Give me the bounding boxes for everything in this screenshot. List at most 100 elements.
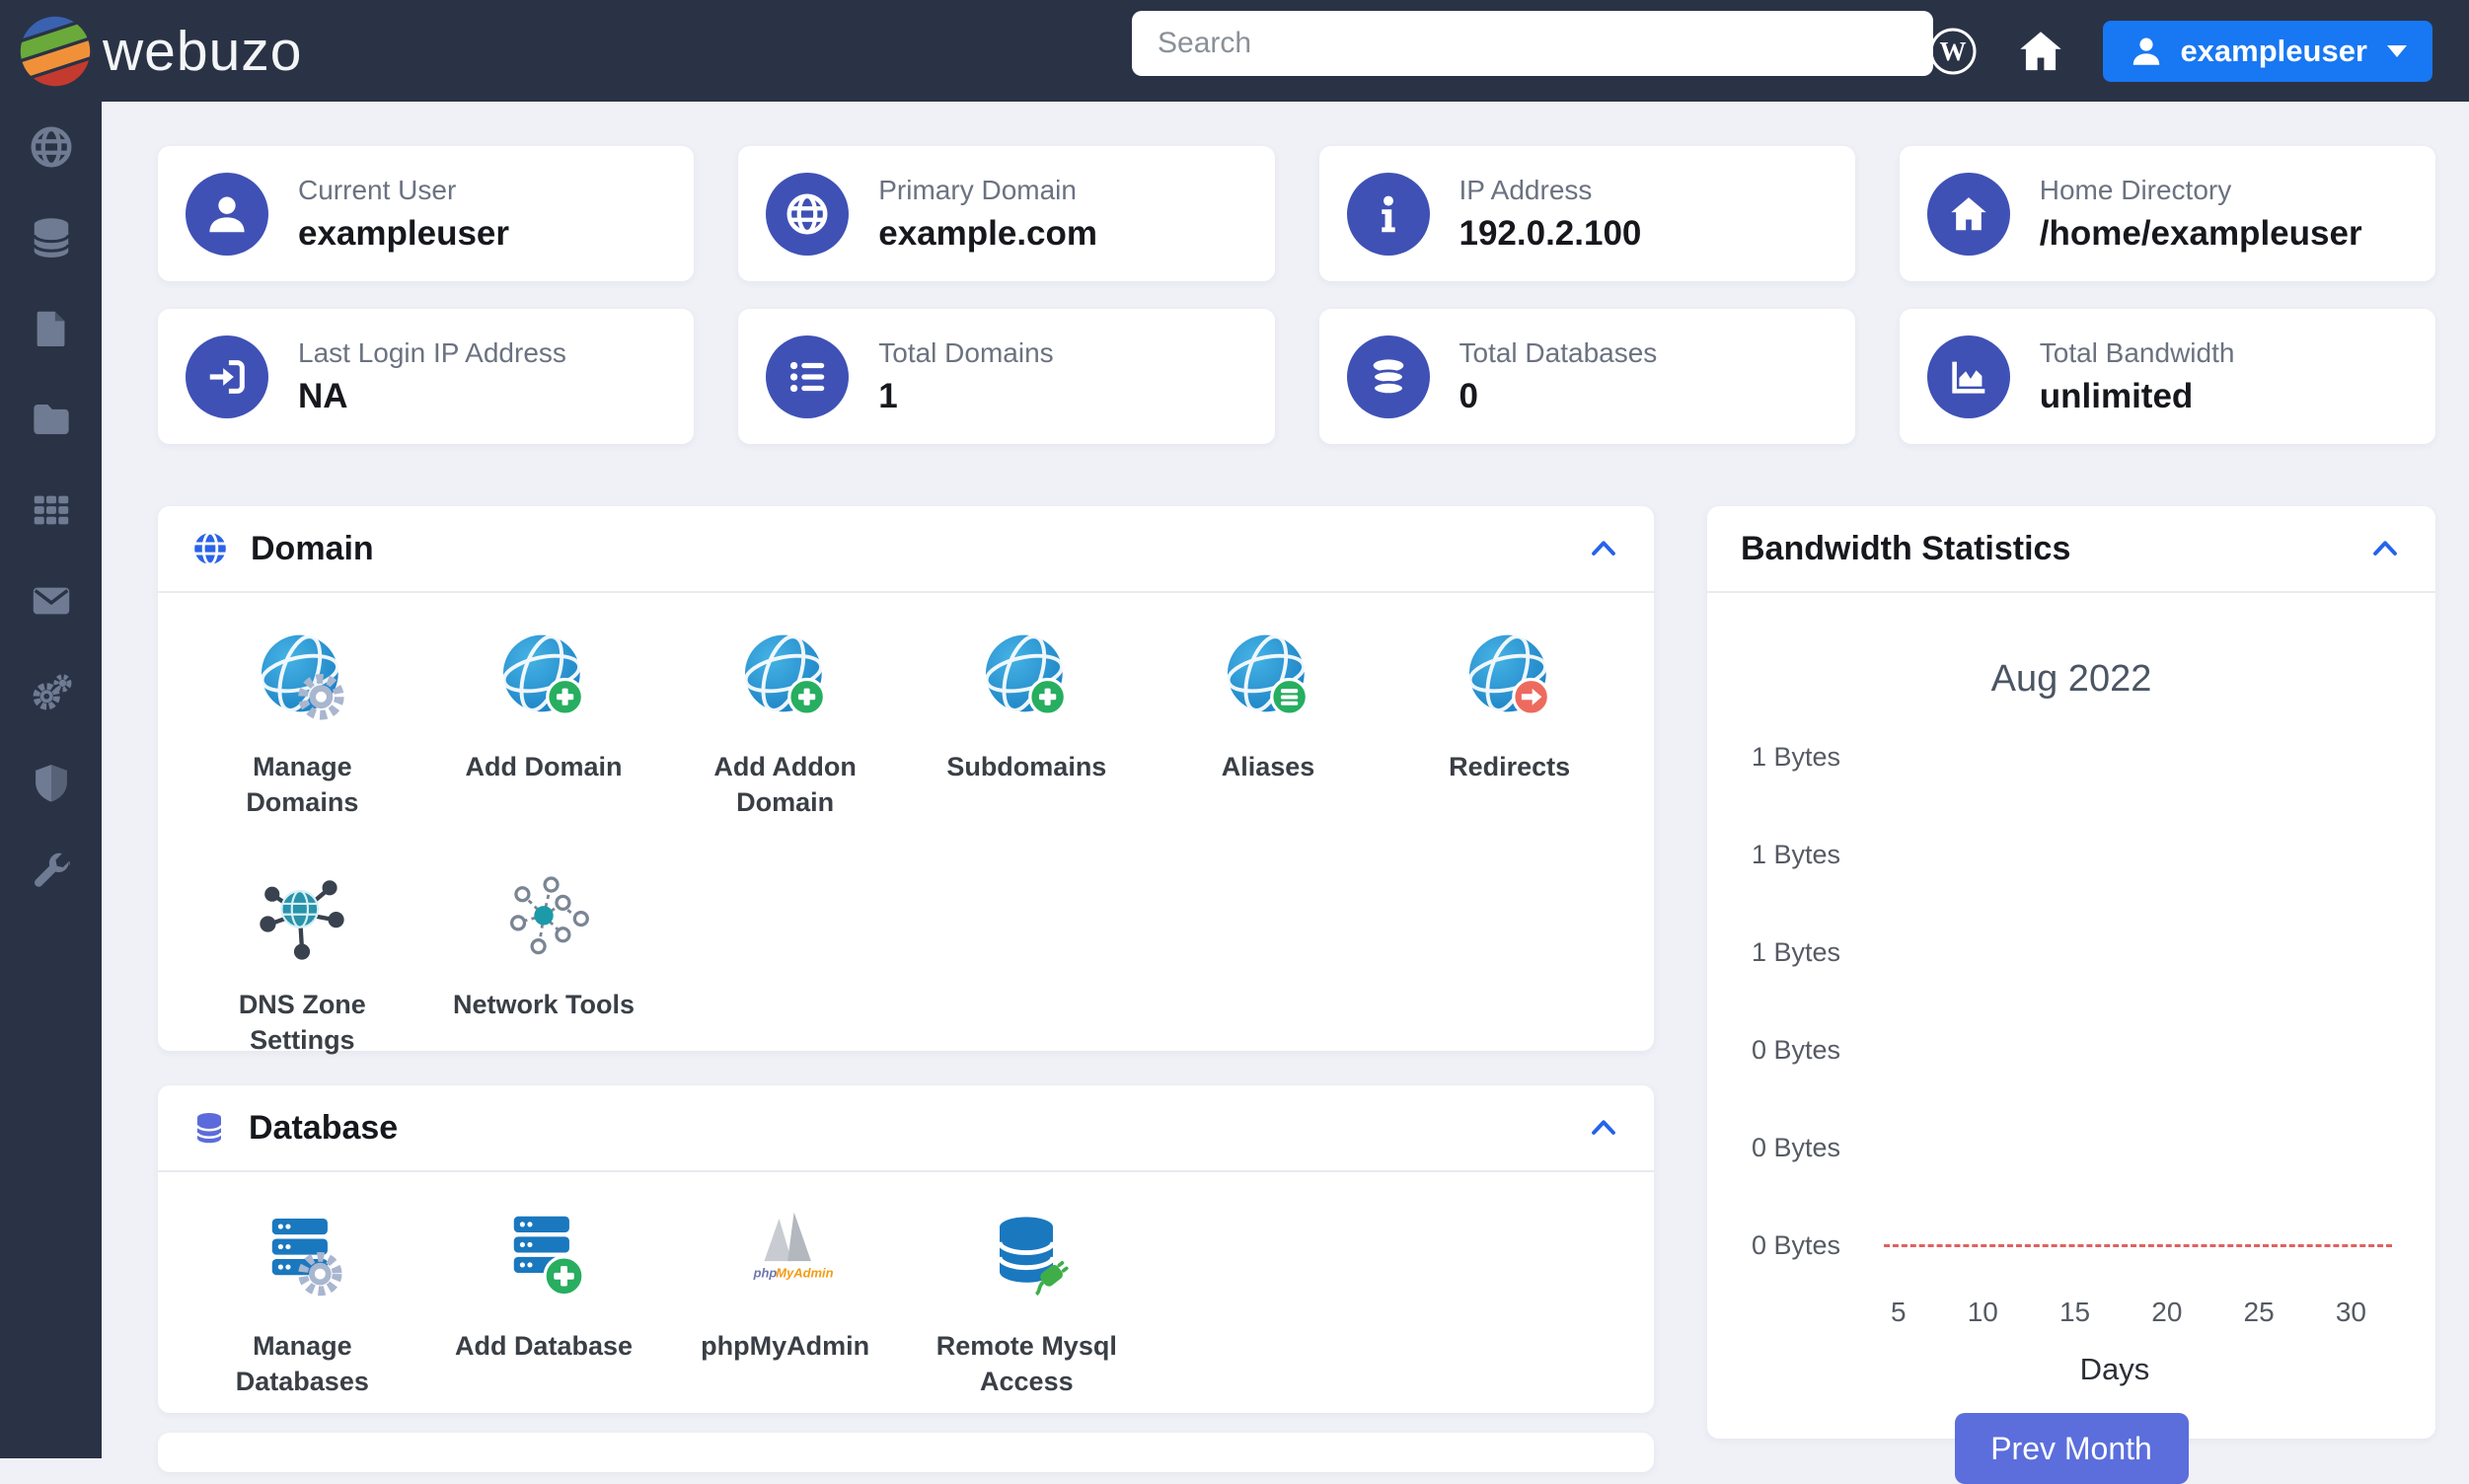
user-menu-label: exampleuser [2180,33,2367,68]
next-panel-partial [158,1433,1654,1472]
stat-value: NA [298,376,348,415]
sign-in-icon [186,334,268,418]
tile-aliases[interactable]: Aliases [1148,627,1389,821]
search-input[interactable] [1132,11,1933,76]
home-icon [1926,172,2010,256]
topbar: webuzo W exampleuser [0,0,2469,102]
x-tick: 30 [2335,1297,2366,1327]
tile-manage-domains[interactable]: Manage Domains [182,627,423,821]
phpmyadmin-logo: php MyAdmin [752,1212,833,1280]
stat-card-ip-address: IP Address 192.0.2.100 [1318,146,1855,281]
tile-add-database[interactable]: Add Database [423,1206,665,1400]
stat-label: Total Databases [1459,336,1658,368]
chart-title: Aug 2022 [1990,658,2152,700]
globe-plus-icon [743,634,826,716]
stat-card-total-bandwidth: Total Bandwidth unlimited [1899,309,2435,444]
stat-card-home-directory: Home Directory /home/exampleuser [1899,146,2435,281]
area-chart-icon [1926,334,2010,418]
home-icon [2020,31,2062,70]
stat-label: Total Bandwidth [2039,336,2235,368]
collapse-database-button[interactable] [1587,1111,1620,1145]
chevron-down-icon [2387,44,2407,57]
stat-cards: Current User exampleuser Primary Domain … [158,146,2435,444]
domain-panel: Domain Manage Domains Add Domain Add Add… [158,506,1654,1055]
sidebar-item-email[interactable] [0,556,102,646]
collapse-domain-button[interactable] [1587,532,1620,565]
prev-month-button[interactable]: Prev Month [1954,1413,2189,1484]
chevron-up-icon [2373,541,2397,556]
stat-card-last-login-ip: Last Login IP Address NA [158,309,695,444]
database-icon [32,218,70,258]
tile-redirects[interactable]: Redirects [1388,627,1630,821]
globe-icon [766,172,850,256]
list-icon [766,334,850,418]
y-tick-label: 0 Bytes [1752,1133,1841,1162]
x-axis-label: Days [2079,1352,2150,1386]
tile-label: Redirects [1449,752,1571,781]
user-menu-button[interactable]: exampleuser [2103,20,2432,82]
tile-add-addon-domain[interactable]: Add Addon Domain [664,627,906,821]
tile-phpmyadmin[interactable]: php MyAdmin phpMyAdmin [664,1206,906,1400]
globe-arrow-icon [1467,634,1550,716]
wordpress-icon: W [1929,28,1977,74]
tile-label: Network Tools [452,989,635,1019]
sidebar-item-files[interactable] [0,283,102,374]
user-icon [186,172,268,256]
webuzo-logo[interactable]: webuzo [0,11,302,91]
tile-label: Add Addon Domain [713,752,857,818]
domain-tiles: Manage Domains Add Domain Add Addon Doma… [158,593,1654,1102]
tile-remote-mysql-access[interactable]: Remote Mysql Access [906,1206,1148,1400]
panel-title: Bandwidth Statistics [1741,529,2071,567]
gears-icon [33,674,72,710]
tile-subdomains[interactable]: Subdomains [906,627,1148,821]
chevron-up-icon [1592,1120,1615,1135]
x-tick: 25 [2243,1297,2275,1327]
sidebar-item-settings[interactable] [0,646,102,737]
home-button[interactable] [2014,25,2067,78]
stat-label: Current User [298,174,457,205]
stat-label: Home Directory [2039,174,2232,205]
stat-value: 192.0.2.100 [1459,213,1642,253]
tile-label: DNS Zone Settings [238,989,366,1056]
database-plug-icon [997,1217,1069,1297]
x-tick: 15 [2058,1297,2091,1327]
stat-label: Total Domains [878,336,1054,368]
sidebar-item-apps[interactable] [0,465,102,556]
x-tick: 20 [2151,1297,2183,1327]
stat-value: example.com [878,213,1098,253]
y-tick-label: 1 Bytes [1752,937,1841,967]
y-tick-label: 0 Bytes [1752,1230,1841,1260]
bandwidth-panel-header: Bandwidth Statistics [1707,506,2435,593]
globe-plus-icon [501,634,585,716]
database-icon [1346,334,1430,418]
x-axis-ticks: 5 10 15 20 25 30 [1853,1297,2376,1328]
tile-manage-databases[interactable]: Manage Databases [182,1206,423,1400]
phpmyadmin-myadmin-text: MyAdmin [776,1265,833,1280]
sidebar-item-security[interactable] [0,737,102,828]
x-tick: 10 [1967,1297,1998,1327]
panel-title: Database [249,1108,399,1147]
network-nodes-icon [509,876,589,955]
database-panel: Database Manage Databases Add Database p… [158,1085,1654,1413]
stat-label: Primary Domain [878,174,1077,205]
y-tick-label: 0 Bytes [1752,1035,1841,1065]
y-tick-label: 1 Bytes [1752,742,1841,772]
sidebar-item-folders[interactable] [0,374,102,465]
stat-card-primary-domain: Primary Domain example.com [738,146,1275,281]
dns-network-icon [260,880,344,960]
sidebar-item-tools[interactable] [0,828,102,919]
tile-add-domain[interactable]: Add Domain [423,627,665,821]
tile-label: Remote Mysql Access [935,1331,1117,1397]
wordpress-button[interactable]: W [1927,26,1979,77]
tile-dns-zone-settings[interactable]: DNS Zone Settings [182,864,423,1059]
tile-network-tools[interactable]: Network Tools [423,864,665,1059]
sidebar-item-domain[interactable] [0,102,102,192]
mail-icon [33,587,69,615]
tile-label: Manage Databases [235,1331,369,1397]
collapse-bandwidth-button[interactable] [2368,532,2402,565]
sidebar-item-database[interactable] [0,192,102,283]
stat-value: exampleuser [298,213,510,253]
chevron-up-icon [1592,541,1615,556]
server-plus-icon [513,1216,585,1298]
sidebar [0,102,102,1458]
